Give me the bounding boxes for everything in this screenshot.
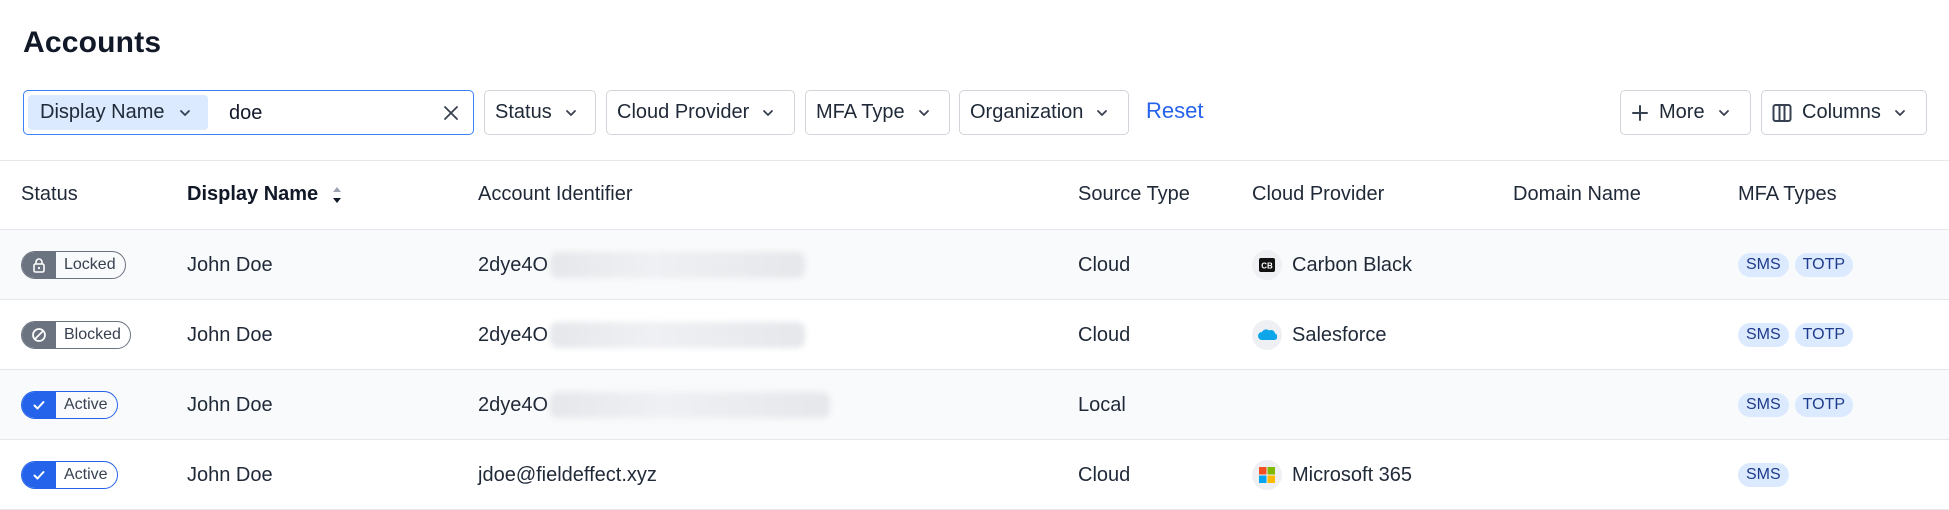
account-identifier-text: 2dye4O	[478, 323, 549, 346]
display-name-cell: John Doe	[187, 253, 273, 276]
reset-filters-link[interactable]: Reset	[1146, 98, 1203, 124]
cloud-provider-cell: Microsoft 365	[1252, 440, 1412, 510]
svg-text:CB: CB	[1261, 262, 1273, 271]
status-badge: Active	[21, 391, 118, 419]
chevron-down-icon	[763, 109, 774, 116]
status-badge: Blocked	[21, 321, 131, 349]
filter-toolbar: Display Name Status Cloud Provider MFA T…	[23, 90, 1928, 135]
status-label: Blocked	[64, 326, 121, 343]
source-type-cell: Cloud	[1078, 463, 1131, 486]
mfa-type-filter-dropdown[interactable]: MFA Type	[805, 90, 950, 135]
account-identifier-cell: 2dye4O	[478, 370, 831, 440]
organization-filter-label: Organization	[970, 101, 1084, 123]
source-type-cell: Cloud	[1078, 253, 1131, 276]
column-header-source-type[interactable]: Source Type	[1078, 183, 1190, 206]
source-type-cell: Cloud	[1078, 323, 1131, 346]
account-identifier-text: 2dye4O	[478, 253, 549, 276]
mfa-tag: SMS	[1738, 323, 1789, 347]
check-icon	[22, 392, 56, 418]
cloud-provider-name: Salesforce	[1292, 323, 1387, 346]
mfa-tag: TOTP	[1794, 253, 1854, 277]
account-identifier-cell: jdoe@fieldeffect.xyz	[478, 440, 657, 510]
mfa-type-filter-label: MFA Type	[816, 101, 905, 123]
column-header-account-identifier[interactable]: Account Identifier	[478, 183, 633, 206]
carbon-black-icon: CB	[1252, 250, 1282, 280]
source-type-cell: Local	[1078, 393, 1126, 416]
account-identifier-cell: 2dye4O	[478, 230, 806, 300]
chevron-down-icon	[565, 109, 576, 116]
cloud-provider-cell: Salesforce	[1252, 300, 1387, 370]
status-filter-dropdown[interactable]: Status	[484, 90, 596, 135]
columns-icon	[1772, 103, 1792, 122]
status-badge: Locked	[21, 251, 126, 279]
more-filters-label: More	[1659, 101, 1705, 123]
cloud-provider-name: Microsoft 365	[1292, 463, 1413, 486]
redacted-blur	[550, 252, 806, 278]
chevron-down-icon	[918, 109, 929, 116]
search-field-select[interactable]: Display Name	[28, 95, 208, 130]
display-name-cell: John Doe	[187, 463, 273, 486]
status-filter-label: Status	[495, 101, 552, 123]
column-header-display-name[interactable]: Display Name	[187, 183, 344, 206]
column-header-mfa-types[interactable]: MFA Types	[1738, 183, 1837, 206]
column-header-status[interactable]: Status	[21, 183, 78, 206]
check-icon	[22, 462, 56, 488]
more-filters-button[interactable]: More	[1620, 90, 1751, 135]
mfa-tag: TOTP	[1794, 323, 1854, 347]
status-label: Locked	[64, 256, 116, 273]
column-header-cloud-provider[interactable]: Cloud Provider	[1252, 183, 1384, 206]
mfa-types-cell: SMS TOTP	[1738, 230, 1859, 300]
lock-icon	[22, 252, 56, 278]
status-label: Active	[64, 466, 108, 483]
table-row[interactable]: Blocked John Doe 2dye4O Cloud Salesforce…	[0, 300, 1949, 370]
column-header-domain-name[interactable]: Domain Name	[1513, 183, 1641, 206]
column-header-label: Display Name	[187, 183, 319, 205]
salesforce-icon	[1252, 320, 1282, 350]
cloud-provider-cell: CB Carbon Black	[1252, 230, 1412, 300]
page-title: Accounts	[23, 26, 162, 59]
account-identifier-cell: 2dye4O	[478, 300, 806, 370]
mfa-tag: SMS	[1738, 393, 1789, 417]
blocked-icon	[22, 322, 56, 348]
chevron-down-icon	[1895, 109, 1905, 116]
mfa-types-cell: SMS TOTP	[1738, 300, 1859, 370]
organization-filter-dropdown[interactable]: Organization	[959, 90, 1129, 135]
cloud-provider-filter-label: Cloud Provider	[617, 101, 750, 123]
mfa-tag: SMS	[1738, 253, 1789, 277]
display-name-cell: John Doe	[187, 393, 273, 416]
table-header: Status Display Name Account Identifier S…	[0, 160, 1949, 230]
search-group: Display Name	[23, 90, 474, 135]
status-label: Active	[64, 396, 108, 413]
chevron-down-icon	[1097, 109, 1108, 116]
table-row[interactable]: Active John Doe jdoe@fieldeffect.xyz Clo…	[0, 440, 1949, 510]
plus-icon	[1632, 104, 1648, 121]
account-identifier-text: jdoe@fieldeffect.xyz	[478, 463, 657, 486]
mfa-types-cell: SMS TOTP	[1738, 370, 1859, 440]
status-badge: Active	[21, 461, 118, 489]
cloud-provider-name: Carbon Black	[1292, 253, 1413, 276]
mfa-tag: SMS	[1738, 463, 1789, 487]
columns-button[interactable]: Columns	[1761, 90, 1927, 135]
account-identifier-text: 2dye4O	[478, 393, 549, 416]
search-field-label: Display Name	[40, 101, 165, 123]
mfa-types-cell: SMS	[1738, 440, 1795, 510]
clear-search-button[interactable]	[439, 101, 463, 125]
search-input[interactable]	[229, 99, 429, 127]
mfa-tag: TOTP	[1794, 393, 1854, 417]
close-icon	[444, 106, 458, 120]
sort-icon	[332, 186, 341, 203]
table-row[interactable]: Locked John Doe 2dye4O Cloud CB Carbon B…	[0, 230, 1949, 300]
columns-label: Columns	[1802, 101, 1881, 123]
display-name-cell: John Doe	[187, 323, 273, 346]
chevron-down-icon	[180, 109, 191, 116]
redacted-blur	[550, 322, 806, 348]
microsoft-icon	[1252, 460, 1282, 490]
redacted-blur	[550, 392, 831, 418]
chevron-down-icon	[1718, 109, 1729, 116]
cloud-provider-filter-dropdown[interactable]: Cloud Provider	[606, 90, 795, 135]
table-row[interactable]: Active John Doe 2dye4O Local SMS TOTP	[0, 370, 1949, 440]
